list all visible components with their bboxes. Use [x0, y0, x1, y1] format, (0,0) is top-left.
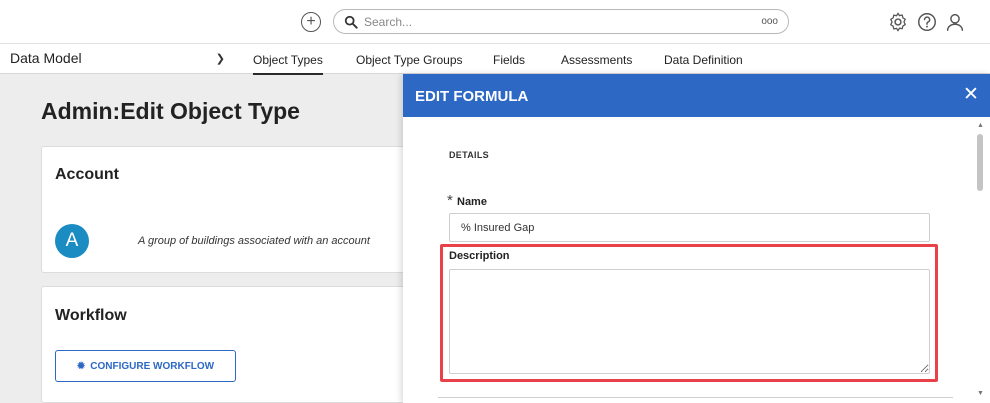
- details-section-label: DETAILS: [449, 150, 489, 160]
- configure-workflow-button[interactable]: ✹ CONFIGURE WORKFLOW: [55, 350, 236, 382]
- data-model-select[interactable]: Data Model ❯: [10, 50, 225, 66]
- avatar: A: [55, 224, 89, 258]
- search-box[interactable]: ooo: [333, 9, 789, 34]
- scroll-up-arrow[interactable]: ▲: [977, 122, 984, 129]
- data-model-label: Data Model: [10, 50, 82, 66]
- account-card: Account A A group of buildings associate…: [41, 146, 431, 273]
- more-options-icon[interactable]: ooo: [761, 16, 778, 27]
- description-label: Description: [449, 250, 510, 262]
- chevron-down-icon: ❯: [215, 52, 225, 65]
- tab-object-type-groups[interactable]: Object Type Groups: [356, 53, 463, 67]
- scrollbar-thumb[interactable]: [977, 134, 983, 191]
- gear-icon[interactable]: [887, 11, 909, 33]
- close-icon[interactable]: ✕: [963, 85, 979, 104]
- tab-object-types[interactable]: Object Types: [253, 53, 323, 75]
- search-input[interactable]: [364, 14, 762, 29]
- description-textarea[interactable]: [449, 269, 930, 374]
- tab-assessments[interactable]: Assessments: [561, 53, 632, 67]
- plus-circle-icon[interactable]: +: [301, 12, 321, 32]
- workflow-card-title: Workflow: [55, 307, 127, 324]
- top-bar: + ooo: [0, 0, 990, 44]
- user-icon[interactable]: [944, 11, 966, 33]
- account-description: A group of buildings associated with an …: [138, 235, 370, 247]
- modal-title: EDIT FORMULA: [415, 88, 529, 105]
- modal-header: EDIT FORMULA ✕: [403, 74, 990, 117]
- divider: [438, 397, 953, 398]
- help-icon[interactable]: [916, 11, 938, 33]
- tab-fields[interactable]: Fields: [493, 53, 525, 67]
- nav-bar: Data Model ❯ Object Types Object Type Gr…: [0, 44, 990, 75]
- account-card-title: Account: [55, 166, 119, 183]
- tab-data-definition[interactable]: Data Definition: [664, 53, 743, 67]
- scroll-down-arrow[interactable]: ▼: [977, 390, 984, 397]
- page-title: Admin:Edit Object Type: [41, 98, 300, 124]
- configure-workflow-label: CONFIGURE WORKFLOW: [90, 360, 215, 372]
- name-input[interactable]: [449, 213, 930, 242]
- search-icon: [344, 15, 358, 29]
- edit-formula-panel: EDIT FORMULA ✕ DETAILS * Name Descriptio…: [403, 74, 990, 403]
- gear-icon: ✹: [76, 360, 86, 372]
- name-label: Name: [457, 196, 487, 208]
- workflow-card: Workflow ✹ CONFIGURE WORKFLOW: [41, 286, 431, 403]
- required-marker: *: [447, 192, 453, 209]
